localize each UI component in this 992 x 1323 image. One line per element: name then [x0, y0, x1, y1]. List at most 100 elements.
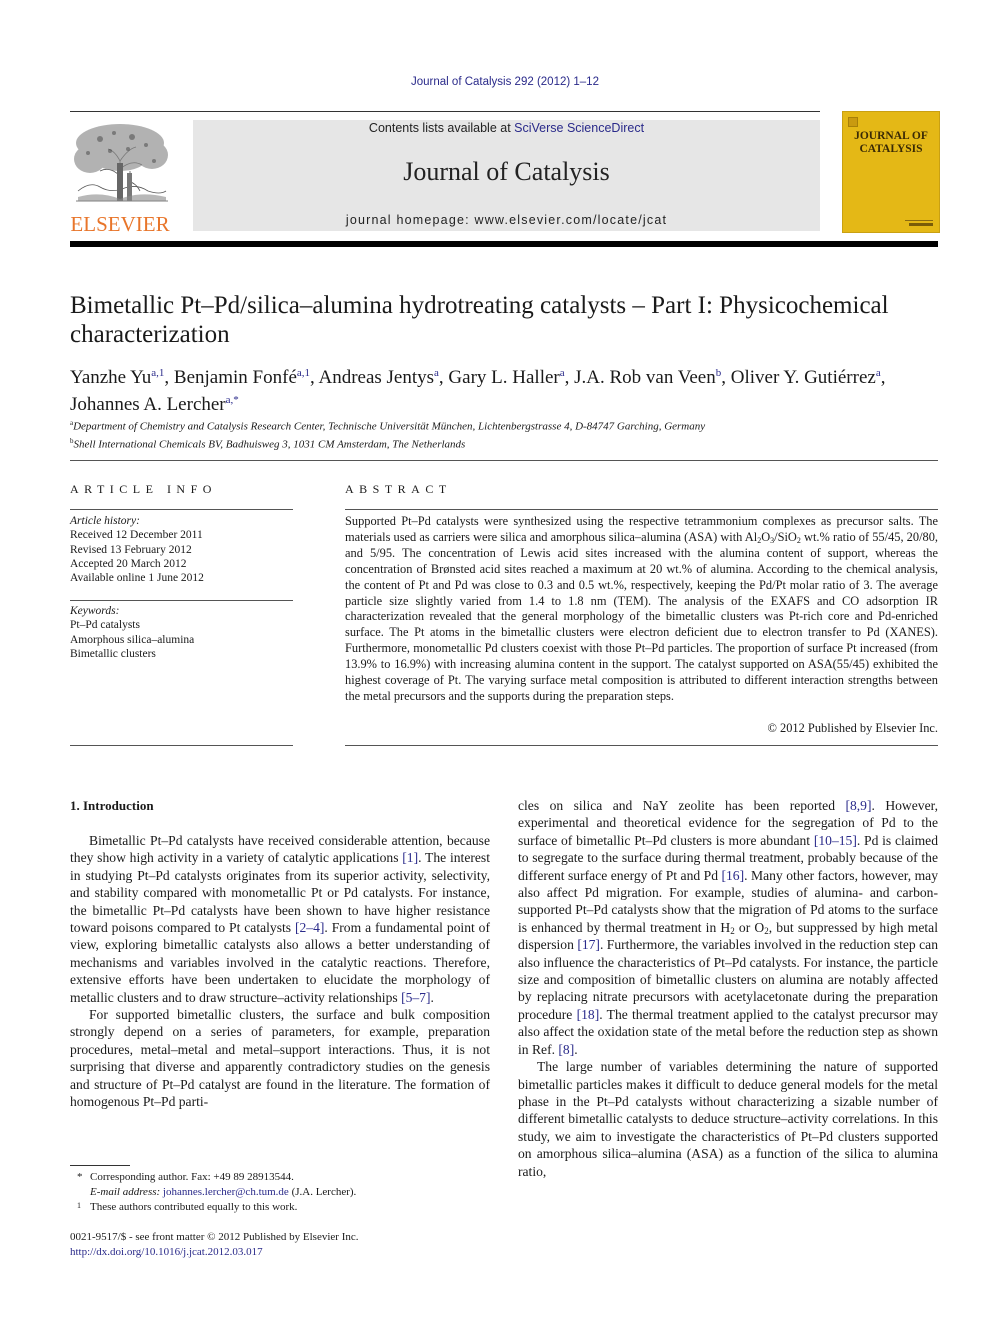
asterisk-mark: *	[77, 1171, 83, 1183]
journal-citation-link[interactable]: Journal of Catalysis 292 (2012) 1–12	[411, 76, 599, 88]
keyword-item[interactable]: Pt–Pd catalysts	[70, 618, 300, 632]
paragraph: Bimetallic Pt–Pd catalysts have received…	[70, 832, 490, 1006]
article-info-heading: ARTICLE INFO	[70, 482, 217, 496]
section-heading-introduction: 1. Introduction	[70, 798, 154, 813]
citation-link[interactable]: [8]	[558, 1042, 574, 1057]
doi-link[interactable]: http://dx.doi.org/10.1016/j.jcat.2012.03…	[70, 1246, 263, 1258]
history-accepted: Accepted 20 March 2012	[70, 557, 187, 570]
divider	[345, 745, 938, 746]
footnotes: * Corresponding author. Fax: +49 89 2891…	[70, 1170, 490, 1215]
article-title: Bimetallic Pt–Pd/silica–alumina hydrotre…	[70, 292, 889, 348]
cover-title: JOURNAL OF CATALYSIS	[843, 130, 939, 156]
elsevier-wordmark: ELSEVIER	[70, 212, 170, 236]
text: cles on silica and NaY zeolite has been …	[518, 798, 846, 813]
journal-title: Journal of Catalysis	[403, 157, 610, 186]
affiliation-a: aDepartment of Chemistry and Catalysis R…	[70, 416, 950, 434]
abstract-heading: ABSTRACT	[345, 482, 452, 496]
keyword-item[interactable]: Amorphous silica–alumina	[70, 633, 300, 647]
article-history-label: Article history:	[70, 515, 140, 527]
body-column-right: cles on silica and NaY zeolite has been …	[518, 797, 938, 1180]
history-received: Received 12 December 2011	[70, 529, 203, 542]
affiliations: aDepartment of Chemistry and Catalysis R…	[70, 416, 950, 451]
footnote-text: These authors contributed equally to thi…	[90, 1201, 298, 1213]
divider	[70, 745, 293, 746]
author-separator: ,	[880, 367, 886, 388]
issn-line: 0021-9517/$ - see front matter © 2012 Pu…	[70, 1231, 359, 1243]
email-label: E-mail address:	[90, 1186, 163, 1198]
author-name[interactable]: Andreas Jentys	[318, 367, 434, 388]
history-revised: Revised 13 February 2012	[70, 543, 192, 556]
elsevier-logo[interactable]: ELSEVIER	[70, 121, 170, 236]
cover-title-line2: CATALYSIS	[859, 143, 923, 155]
citation-link[interactable]: [16]	[721, 868, 744, 883]
footnote-rule	[70, 1165, 130, 1166]
paragraph: The large number of variables determinin…	[518, 1059, 938, 1179]
paragraph: For supported bimetallic clusters, the s…	[70, 1007, 490, 1110]
keywords-label: Keywords:	[70, 605, 120, 617]
citation-link[interactable]: [18]	[577, 1007, 600, 1022]
sciencedirect-link[interactable]: SciVerse ScienceDirect	[514, 121, 644, 135]
divider	[70, 460, 938, 461]
article-history: Article history: Received 12 December 20…	[70, 514, 300, 585]
divider	[345, 509, 938, 510]
cover-title-line1: JOURNAL OF	[854, 130, 928, 142]
history-online: Available online 1 June 2012	[70, 572, 204, 585]
author-name[interactable]: Gary L. Haller	[448, 367, 559, 388]
affiliation-text: Department of Chemistry and Catalysis Re…	[73, 420, 706, 433]
abstract-text: Supported Pt–Pd catalysts were synthesiz…	[345, 514, 938, 705]
citation-link[interactable]: [17]	[577, 937, 600, 952]
affiliation-text: Shell International Chemicals BV, Badhui…	[73, 438, 466, 451]
author-list: Yanzhe Yua,1, Benjamin Fonféa,1, Andreas…	[70, 362, 945, 416]
footnote-corresponding: * Corresponding author. Fax: +49 89 2891…	[70, 1170, 490, 1185]
citation-link[interactable]: [8,9]	[845, 798, 871, 813]
author-separator: ,	[564, 367, 575, 388]
footnote-mark: 1	[77, 1201, 81, 1210]
text: or O	[734, 919, 765, 935]
email-link[interactable]: johannes.lercher@ch.tum.de	[163, 1186, 289, 1198]
text: .	[574, 1041, 578, 1057]
author-separator: ,	[721, 367, 731, 388]
footnote-equal-contribution: 1 These authors contributed equally to t…	[70, 1200, 490, 1215]
divider	[70, 600, 293, 601]
divider	[70, 509, 293, 510]
journal-cover-thumbnail[interactable]: JOURNAL OF CATALYSIS	[842, 111, 940, 233]
author-name[interactable]: Johannes A. Lercher	[70, 394, 226, 415]
paragraph: cles on silica and NaY zeolite has been …	[518, 797, 938, 1058]
author-affiliation-mark[interactable]: a,1	[297, 367, 310, 379]
citation-link[interactable]: [5–7]	[401, 990, 430, 1005]
affiliation-b: bShell International Chemicals BV, Badhu…	[70, 434, 950, 452]
journal-banner: Contents lists available at SciVerse Sci…	[193, 120, 820, 231]
footnote-email: E-mail address: johannes.lercher@ch.tum.…	[70, 1185, 490, 1200]
header-thick-rule	[70, 241, 938, 247]
footnote-text: Corresponding author. Fax: +49 89 289135…	[90, 1171, 294, 1183]
abstract-segment: O	[761, 529, 771, 544]
cover-logo-icon	[848, 117, 858, 127]
author-name[interactable]: Yanzhe Yu	[70, 367, 151, 388]
contents-prefix: Contents lists available at	[368, 121, 515, 135]
keywords: Keywords: Pt–Pd catalysts Amorphous sili…	[70, 604, 300, 661]
abstract-segment: wt.% ratio of 55/45, 20/80, and 5/95. Th…	[345, 529, 939, 703]
author-name[interactable]: Benjamin Fonfé	[174, 367, 297, 388]
citation-link[interactable]: [1]	[402, 850, 418, 865]
header-rule	[70, 111, 820, 112]
author-name[interactable]: Oliver Y. Gutiérrez	[731, 367, 876, 388]
author-affiliation-mark[interactable]: a,1	[151, 367, 164, 379]
abstract-copyright: © 2012 Published by Elsevier Inc.	[767, 721, 938, 735]
elsevier-tree-icon	[74, 124, 168, 202]
author-affiliation-mark[interactable]: a,*	[226, 394, 239, 406]
journal-citation[interactable]: Journal of Catalysis 292 (2012) 1–12	[0, 76, 992, 88]
contents-line: Contents lists available at SciVerse Sci…	[193, 121, 820, 135]
text: .	[430, 989, 434, 1005]
citation-link[interactable]: [2–4]	[295, 920, 324, 935]
author-separator: ,	[438, 367, 449, 388]
citation-link[interactable]: [10–15]	[814, 833, 857, 848]
author-separator: ,	[164, 367, 174, 388]
journal-homepage-link[interactable]: journal homepage: www.elsevier.com/locat…	[193, 213, 820, 227]
cover-publisher-mark	[909, 223, 933, 226]
front-matter: 0021-9517/$ - see front matter © 2012 Pu…	[70, 1230, 490, 1260]
email-suffix: (J.A. Lercher).	[288, 1186, 357, 1198]
author-name[interactable]: J.A. Rob van Veen	[574, 367, 716, 388]
body-column-left: Bimetallic Pt–Pd catalysts have received…	[70, 832, 490, 1111]
abstract-segment: /SiO	[774, 529, 797, 544]
keyword-item[interactable]: Bimetallic clusters	[70, 647, 300, 661]
